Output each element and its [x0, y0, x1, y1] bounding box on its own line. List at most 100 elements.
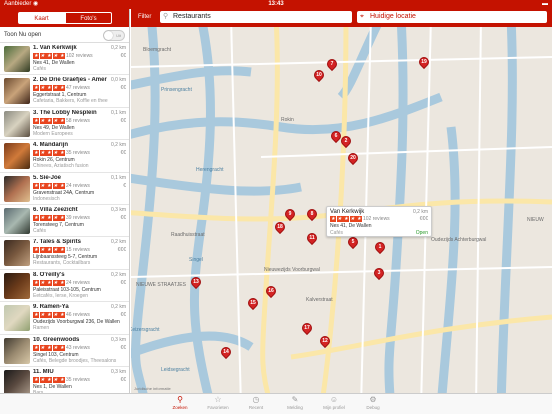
star-icon: ★	[46, 247, 52, 254]
star-icon: ★	[52, 214, 59, 221]
restaurant-category: Chinees, Aziatisch fusion	[33, 163, 89, 170]
restaurant-rating: ★ ★ ★ ★ ★	[33, 85, 66, 92]
restaurant-category: Cafés	[33, 66, 47, 72]
map-label: Rokin	[281, 117, 294, 123]
star-icon: ★	[39, 53, 46, 59]
tab-icon: ☆	[214, 395, 222, 404]
star-icon: ★	[59, 117, 65, 124]
list-item[interactable]: 1. Van Kerkwijk 0,2 km ★ ★ ★ ★ ★ 102 reviews €€ N…	[0, 43, 129, 76]
restaurant-reviews: 43 reviews	[66, 344, 90, 351]
restaurant-name: 3. The Lobby Nesplein	[33, 109, 97, 116]
star-icon: ★	[33, 247, 39, 254]
tab-debug[interactable]: ⚙ Debug	[355, 395, 391, 411]
clock: 13:43	[268, 1, 284, 7]
callout-reviews: 102 reviews	[363, 216, 390, 222]
list-item[interactable]: 8. O'reilly's 0,2 km ★ ★ ★ ★ ★ 24 reviews €€ Pale…	[0, 270, 129, 303]
tab-icon: ☺	[329, 395, 339, 404]
restaurant-distance: 0,2 km	[110, 142, 126, 149]
star-icon: ★	[33, 312, 39, 319]
map-pin-label: 1	[378, 244, 382, 250]
restaurant-reviews: 58 reviews	[66, 117, 90, 124]
segment-map[interactable]: Kaart	[18, 12, 65, 24]
star-icon: ★	[52, 376, 59, 383]
app-window: Aanbieder ◉ 13:43 ▬ Kaart Foto's Toon Nu…	[0, 0, 552, 414]
restaurant-price: €€	[120, 53, 126, 59]
star-icon: ★	[39, 247, 46, 254]
star-icon: ★	[336, 216, 343, 222]
star-icon: ★	[52, 279, 59, 286]
callout-address: Nes 41, De Wallen	[330, 223, 372, 229]
map-pin-label: 3	[377, 270, 381, 276]
toggle-knob	[104, 31, 113, 40]
restaurant-list: 1. Van Kerkwijk 0,2 km ★ ★ ★ ★ ★ 102 reviews €€ N…	[0, 43, 129, 393]
map-pin-label: 7	[330, 61, 334, 67]
search-bar: Filter ⚲ Restaurants ⌖ Huidige locatie	[131, 9, 552, 27]
search-input[interactable]: ⚲ Restaurants	[160, 11, 352, 23]
open-now-toggle[interactable]: Uit	[103, 30, 125, 41]
restaurant-price: €€€	[117, 247, 126, 254]
restaurant-photo	[4, 337, 30, 364]
map-label: Herengracht	[196, 167, 224, 173]
map-view[interactable]: NIEUWE STRAATJES Singel Herengracht Keizers…	[131, 27, 552, 393]
tab-icon: ⚙	[369, 395, 377, 404]
star-icon: ★	[59, 247, 65, 254]
status-bar: Aanbieder ◉ 13:43 ▬	[0, 0, 552, 9]
restaurant-price: €€	[120, 312, 126, 319]
tab-label: Favorieten	[207, 405, 229, 410]
restaurant-distance: 0,1 km	[110, 109, 126, 116]
view-segmented-control: Kaart Foto's	[0, 9, 129, 27]
map-callout[interactable]: Van Kerkwijk 0,2 km ★ ★ ★ ★ ★ 102 reviews €€…	[326, 206, 432, 237]
street	[260, 27, 280, 393]
star-icon: ★	[46, 214, 52, 221]
star-icon: ★	[52, 312, 59, 319]
list-item[interactable]: 3. The Lobby Nesplein 0,1 km ★ ★ ★ ★ ★ 58 revie…	[0, 108, 129, 141]
tab-zoeken[interactable]: ⚲ Zoeken	[162, 395, 198, 411]
list-item[interactable]: 11. MIU 0,3 km ★ ★ ★ ★ ★ 35 reviews €€ Nes 1, De …	[0, 367, 129, 393]
location-value: Huidige locatie	[370, 13, 416, 20]
segment-photos[interactable]: Foto's	[65, 12, 112, 24]
callout-price: €€€	[419, 216, 428, 222]
legal-link[interactable]: Juridische informatie	[134, 386, 171, 391]
restaurant-price: €€	[120, 150, 126, 157]
map-pin-label: 9	[288, 211, 292, 217]
restaurant-photo	[4, 272, 30, 299]
filter-button[interactable]: Filter	[138, 9, 151, 25]
location-input[interactable]: ⌖ Huidige locatie	[357, 11, 547, 23]
list-item[interactable]: 4. Mandarijn 0,2 km ★ ★ ★ ★ ★ 35 reviews €€ Rokin…	[0, 140, 129, 173]
tab-label: Zoeken	[172, 405, 188, 410]
star-icon: ★	[39, 344, 46, 351]
star-icon: ★	[330, 216, 336, 222]
star-icon: ★	[349, 216, 356, 222]
list-item[interactable]: 9. Ramen-Ya 0,2 km ★ ★ ★ ★ ★ 46 reviews €€ Oudezi…	[0, 302, 129, 335]
tab-mijn-profiel[interactable]: ☺ Mijn profiel	[316, 395, 352, 411]
tab-melding[interactable]: ✎ Melding	[277, 395, 313, 411]
tab-recent[interactable]: ◷ Recent	[238, 395, 274, 411]
restaurant-photo	[4, 207, 30, 234]
star-icon: ★	[39, 214, 46, 221]
list-item[interactable]: 10. Greenwoods 0,3 km ★ ★ ★ ★ ★ 43 reviews €€ Sin…	[0, 335, 129, 367]
restaurant-distance: 0,3 km	[110, 368, 126, 375]
list-item[interactable]: 2. De Drie Graefjes - American Bakery0,0…	[0, 75, 129, 108]
list-item[interactable]: 6. Villa Zeezicht 0,3 km ★ ★ ★ ★ ★ 39 reviews €€…	[0, 205, 129, 238]
restaurant-name: 10. Greenwoods	[33, 336, 80, 343]
tab-favorieten[interactable]: ☆ Favorieten	[200, 395, 236, 411]
map-pin-label: 18	[277, 224, 283, 230]
restaurant-price: €€	[120, 85, 126, 92]
list-item[interactable]: 7. Tales & Spirits 0,2 km ★ ★ ★ ★ ★ 15 reviews €…	[0, 237, 129, 270]
restaurant-photo	[4, 46, 30, 72]
star-icon: ★	[39, 312, 46, 319]
restaurant-price: €€	[120, 279, 126, 286]
location-icon: ⌖	[360, 13, 364, 20]
star-icon: ★	[59, 182, 65, 189]
restaurant-distance: 0,3 km	[110, 206, 126, 213]
star-icon: ★	[59, 150, 65, 157]
callout-rating: ★ ★ ★ ★ ★	[330, 216, 363, 222]
restaurant-reviews: 35 reviews	[66, 376, 90, 383]
restaurant-reviews: 102 reviews	[66, 53, 93, 59]
canal	[437, 126, 460, 393]
star-icon: ★	[52, 85, 59, 92]
list-item[interactable]: 5. Sie-Joe 0,1 km ★ ★ ★ ★ ★ 24 reviews € Gravenst…	[0, 173, 129, 205]
street	[131, 56, 552, 68]
callout-status: Open	[415, 230, 428, 236]
restaurant-photo	[4, 175, 30, 202]
